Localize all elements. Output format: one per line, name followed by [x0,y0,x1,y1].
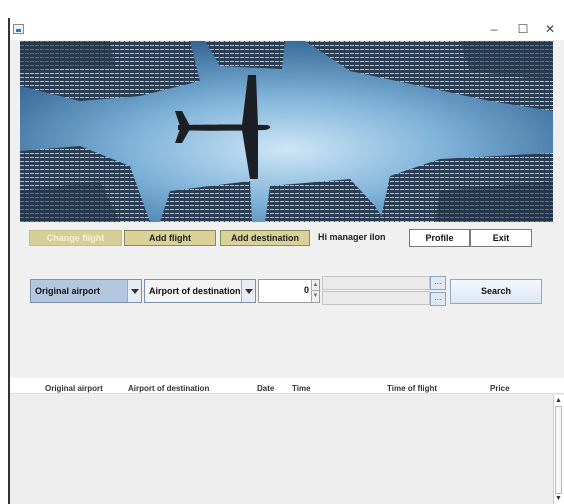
scroll-track[interactable] [555,406,562,494]
date-picker-button-to[interactable]: ... [430,292,446,306]
chevron-down-icon[interactable] [127,280,141,302]
title-bar [10,18,564,40]
search-button[interactable]: Search [450,279,542,304]
column-header-origin[interactable]: Original airport [45,384,103,393]
add-flight-button[interactable]: Add flight [124,230,216,246]
profile-button[interactable]: Profile [409,229,470,247]
flights-table-body[interactable] [10,395,553,504]
column-header-date[interactable]: Date [257,384,274,393]
change-flight-button[interactable]: Change flight [29,230,122,246]
destination-airport-select[interactable]: Airport of destination [144,279,256,303]
column-header-destination[interactable]: Airport of destination [128,384,209,393]
spinner-up-icon[interactable]: ▲ [311,280,319,291]
skyscrapers-airplane-illustration [20,41,553,222]
add-destination-button[interactable]: Add destination [220,230,310,246]
java-app-icon [13,24,24,34]
date-picker-button-from[interactable]: ... [430,276,446,290]
spinner-down-icon[interactable]: ▼ [311,291,319,302]
spinner-value[interactable]: 0 [262,285,309,295]
banner-image [20,41,553,222]
chevron-down-icon[interactable] [241,280,255,302]
date-field-from[interactable] [322,276,430,290]
date-field-to[interactable] [322,291,430,305]
column-header-price[interactable]: Price [490,384,510,393]
destination-airport-value: Airport of destination [149,286,241,296]
origin-airport-value: Original airport [35,286,101,296]
origin-airport-select[interactable]: Original airport [30,279,142,303]
scroll-down-icon[interactable]: ▼ [554,494,563,503]
minimize-button[interactable]: – [482,21,506,37]
scroll-up-icon[interactable]: ▲ [554,396,563,405]
close-button[interactable]: ✕ [538,21,562,37]
column-header-flight-time[interactable]: Time of flight [387,384,437,393]
exit-button[interactable]: Exit [470,229,532,247]
column-header-time[interactable]: Time [292,384,311,393]
greeting-label: Hi manager ilon [318,232,386,242]
maximize-button[interactable]: ☐ [511,21,535,37]
